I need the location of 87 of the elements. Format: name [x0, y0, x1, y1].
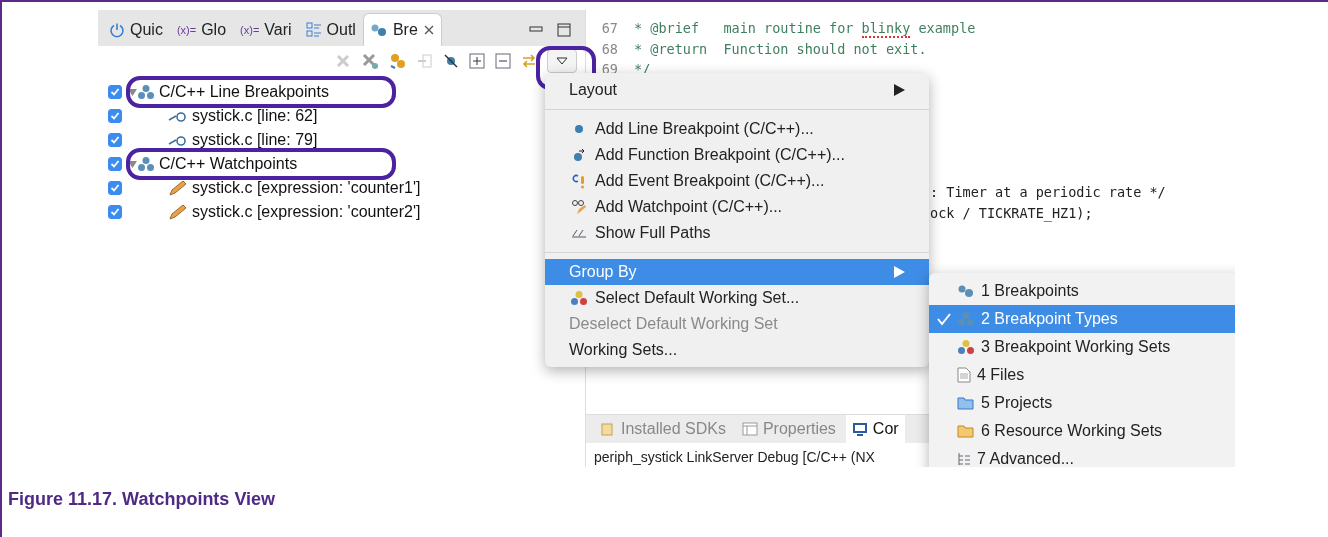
remove-all-icon[interactable] [361, 52, 379, 70]
paths-icon [571, 228, 587, 238]
function-breakpoint-icon [573, 148, 585, 162]
checkbox[interactable] [108, 133, 122, 147]
tab-label: Bre [392, 21, 418, 39]
checkbox[interactable] [108, 181, 122, 195]
menu-item[interactable]: Select Default Working Set... [545, 285, 929, 311]
variable-icon: (x)= [240, 24, 260, 36]
working-set-icon [570, 290, 588, 306]
triangle-icon [556, 57, 568, 65]
menu-item[interactable]: Layout [545, 77, 929, 103]
submenu-arrow-icon [894, 84, 905, 96]
menu-item[interactable]: Add Event Breakpoint (C/C++)... [545, 168, 929, 194]
pencil-icon [168, 180, 188, 196]
watchpoint-icon [571, 199, 587, 215]
expand-all-icon[interactable] [469, 53, 485, 69]
pencil-icon [168, 204, 188, 220]
expand-triangle-icon[interactable] [128, 87, 137, 97]
power-icon [109, 22, 125, 38]
tab-label: Quic [130, 21, 163, 39]
dot-icon [574, 124, 584, 134]
menu-item[interactable]: Add Watchpoint (C/C++)... [545, 194, 929, 220]
folder-icon [957, 396, 975, 410]
checkbox[interactable] [108, 85, 122, 99]
skip-breakpoints-icon[interactable] [443, 53, 459, 69]
tree-icon [957, 451, 971, 467]
console-text: periph_systick LinkServer Debug [C/C++ (NX [594, 449, 875, 467]
view-menu-button[interactable] [547, 49, 577, 73]
menu-item[interactable]: 5 Projects [929, 389, 1235, 417]
view-tab[interactable]: Outl [298, 13, 363, 46]
variable-icon: (x)= [176, 24, 197, 36]
menu-item[interactable]: 3 Breakpoint Working Sets [929, 333, 1235, 361]
view-tab[interactable]: Quic [102, 13, 170, 46]
submenu-arrow-icon [894, 266, 905, 278]
menu-item[interactable]: 6 Resource Working Sets [929, 417, 1235, 445]
tree-item-label[interactable]: systick.c [expression: 'counter1'] [192, 179, 421, 197]
collapse-all-icon[interactable] [495, 53, 511, 69]
maximize-icon[interactable] [557, 23, 571, 37]
menu-item[interactable]: Show Full Paths [545, 220, 929, 246]
tree-item-label[interactable]: C/C++ Line Breakpoints [159, 83, 329, 101]
code-line: * @brief main routine for blinky example [634, 20, 976, 37]
view-tab[interactable]: (x)= Vari [233, 13, 299, 46]
breakpoint-group-icon [137, 156, 155, 172]
menu-item[interactable]: 1 Breakpoints [929, 277, 1235, 305]
breakpoint-group-icon [137, 84, 155, 100]
tab-label: Outl [326, 21, 356, 39]
sdk-icon [600, 421, 616, 437]
menu-item[interactable]: 4 Files [929, 361, 1235, 389]
properties-icon [741, 421, 758, 437]
file-icon [957, 367, 971, 383]
panel-tab[interactable]: Cor [845, 415, 905, 443]
checkbox[interactable] [108, 157, 122, 171]
line-breakpoint-icon [168, 109, 188, 123]
menu-item[interactable]: Add Function Breakpoint (C/C++)... [545, 142, 929, 168]
checkbox[interactable] [108, 109, 122, 123]
expand-triangle-icon[interactable] [128, 159, 137, 169]
tree-item-label[interactable]: systick.c [line: 62] [192, 107, 318, 125]
view-tab[interactable]: Bre [362, 13, 442, 46]
event-breakpoint-icon [572, 173, 586, 189]
menu-item[interactable]: Working Sets... [545, 337, 929, 363]
line-breakpoint-icon [168, 133, 188, 147]
tree-item-label[interactable]: systick.c [line: 79] [192, 131, 318, 149]
breakpoints-icon [957, 284, 975, 298]
checkmark-icon [937, 312, 951, 326]
tab-label: Vari [264, 21, 292, 39]
tree-item-label[interactable]: systick.c [expression: 'counter2'] [192, 203, 421, 221]
close-icon[interactable] [422, 24, 435, 36]
tree-item-label[interactable]: C/C++ Watchpoints [159, 155, 298, 173]
figure-caption: Figure 11.17. Watchpoints View [8, 489, 277, 510]
folder-icon [957, 424, 975, 438]
menu-item[interactable]: 7 Advanced... [929, 445, 1235, 467]
checkbox[interactable] [108, 205, 122, 219]
console-icon [851, 421, 868, 437]
tab-label: Glo [201, 21, 227, 39]
view-tab[interactable]: (x)= Glo [169, 13, 234, 46]
menu-item[interactable]: Add Line Breakpoint (C/C++)... [545, 116, 929, 142]
line-number: 68 [600, 40, 618, 57]
code-line: : Timer at a periodic rate */ [930, 184, 1166, 201]
link-arrows-icon[interactable] [521, 53, 537, 69]
outline-icon [305, 22, 322, 38]
breakpoints-icon [369, 23, 388, 37]
breakpoint-group-icon [957, 311, 975, 327]
code-line: * @return Function should not exit. [634, 40, 927, 57]
link-icon[interactable] [389, 52, 407, 70]
working-set-icon [957, 339, 975, 355]
code-line: ock / TICKRATE_HZ1); [930, 204, 1093, 221]
line-number: 67 [600, 20, 618, 37]
